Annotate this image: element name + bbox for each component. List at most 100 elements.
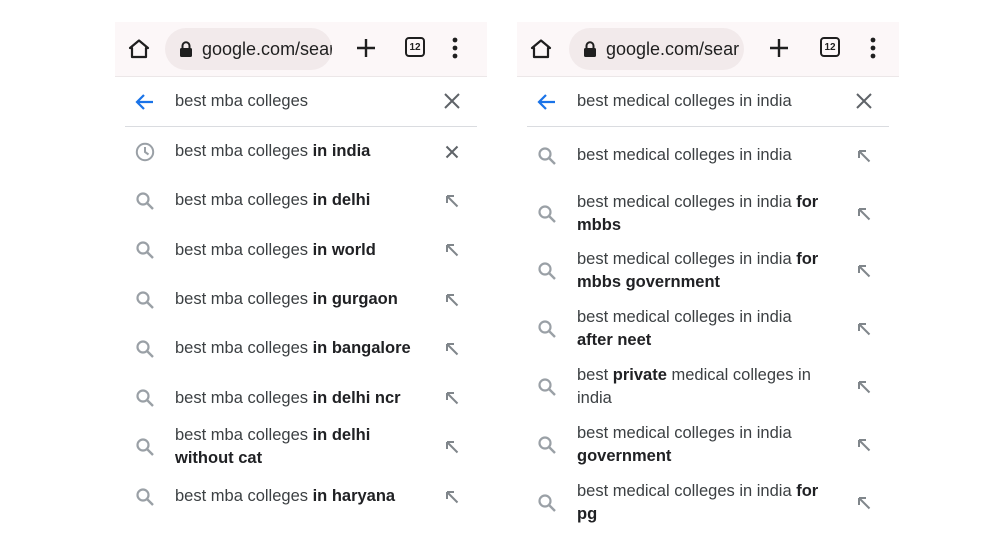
tab-switcher-icon[interactable]: 12 [405, 37, 425, 57]
suggestion-prefix: best medical colleges in india [577, 423, 792, 442]
suggestion-text: best medical colleges in india governmen… [577, 422, 827, 468]
arrow-up-left-icon[interactable] [445, 490, 459, 504]
arrow-up-left-icon[interactable] [857, 264, 871, 278]
search-icon [537, 319, 557, 339]
plus-icon[interactable] [355, 37, 377, 59]
browser-panel-left: google.com/sear 12 best mba colleges bes… [115, 22, 487, 522]
suggestion-prefix: best mba colleges [175, 388, 313, 407]
suggestion-prefix: best mba colleges [175, 142, 313, 161]
search-icon [135, 437, 155, 457]
url-text: google.com/sear [202, 38, 332, 59]
search-icon [135, 339, 155, 359]
suggestion-text: best mba colleges in haryana [175, 485, 433, 508]
lock-icon [179, 41, 193, 57]
search-bar: best mba colleges [125, 77, 477, 127]
home-icon[interactable] [127, 37, 151, 61]
suggestion-list: best mba colleges in india best mba colle… [115, 127, 487, 521]
suggestion-item[interactable]: best mba colleges in gurgaon [125, 275, 477, 324]
search-icon [135, 487, 155, 507]
suggestion-prefix: best medical colleges in india [577, 481, 797, 500]
arrow-up-left-icon[interactable] [857, 438, 871, 452]
arrow-up-left-icon[interactable] [857, 380, 871, 394]
arrow-up-left-icon[interactable] [445, 440, 459, 454]
suggestion-item[interactable]: best mba colleges in delhi [125, 176, 477, 225]
search-icon [135, 240, 155, 260]
suggestion-text: best mba colleges in bangalore [175, 337, 433, 360]
suggestion-prefix: best medical colleges in india [577, 146, 792, 165]
search-icon [537, 204, 557, 224]
url-bar[interactable]: google.com/sear [165, 28, 332, 70]
suggestion-completion: after neet [577, 331, 652, 350]
arrow-back-icon[interactable] [536, 91, 558, 113]
suggestion-text: best mba colleges in delhi ncr [175, 387, 433, 410]
browser-toolbar: google.com/sear 12 [115, 22, 487, 77]
suggestion-text: best medical colleges in india for pg [577, 480, 827, 526]
arrow-up-left-icon[interactable] [445, 194, 459, 208]
arrow-up-left-icon[interactable] [445, 293, 459, 307]
suggestion-text: best mba colleges in gurgaon [175, 288, 433, 311]
arrow-up-left-icon[interactable] [445, 391, 459, 405]
suggestion-prefix: best medical colleges in india [577, 192, 797, 211]
arrow-back-icon[interactable] [134, 91, 156, 113]
remove-suggestion-icon[interactable] [445, 145, 459, 159]
suggestion-prefix: best mba colleges [175, 290, 313, 309]
suggestion-item[interactable]: best mba colleges in bangalore [125, 324, 477, 373]
suggestion-item[interactable]: best medical colleges in india [527, 127, 889, 185]
suggestion-item[interactable]: best medical colleges in india for mbbs [527, 185, 889, 243]
suggestion-text: best medical colleges in india for mbbs … [577, 248, 827, 294]
suggestion-item[interactable]: best mba colleges in haryana [125, 472, 477, 521]
arrow-up-left-icon[interactable] [857, 496, 871, 510]
suggestion-prefix: best medical colleges in india [577, 250, 797, 269]
url-text: google.com/sear [606, 38, 740, 59]
browser-panel-right: google.com/sear 12 best medical colleges… [517, 22, 899, 532]
search-input[interactable]: best mba colleges [175, 92, 308, 111]
lock-icon [583, 41, 597, 57]
more-vert-icon[interactable] [452, 37, 458, 59]
home-icon[interactable] [529, 37, 553, 61]
suggestion-completion: government [577, 446, 672, 465]
search-icon [135, 290, 155, 310]
suggestion-item[interactable]: best mba colleges in india [125, 127, 477, 176]
arrow-up-left-icon[interactable] [857, 149, 871, 163]
arrow-up-left-icon[interactable] [445, 243, 459, 257]
search-icon [537, 435, 557, 455]
arrow-up-left-icon[interactable] [445, 342, 459, 356]
arrow-up-left-icon[interactable] [857, 322, 871, 336]
suggestion-item[interactable]: best private medical colleges in india [527, 358, 889, 416]
suggestion-item[interactable]: best medical colleges in india for pg [527, 474, 889, 532]
suggestion-prefix: best mba colleges [175, 487, 313, 506]
search-icon [537, 493, 557, 513]
arrow-up-left-icon[interactable] [857, 207, 871, 221]
suggestion-prefix: best mba colleges [175, 426, 313, 445]
close-icon[interactable] [443, 92, 461, 110]
suggestion-list: best medical colleges in india best medic… [517, 127, 899, 532]
suggestion-text: best mba colleges in delhi [175, 189, 433, 212]
suggestion-item[interactable]: best medical colleges in india for mbbs … [527, 243, 889, 301]
suggestion-item[interactable]: best medical colleges in india governmen… [527, 416, 889, 474]
browser-toolbar: google.com/sear 12 [517, 22, 899, 77]
suggestion-item[interactable]: best mba colleges in delhi ncr [125, 373, 477, 422]
suggestion-item[interactable]: best mba colleges in delhi without cat [125, 423, 477, 472]
search-input[interactable]: best medical colleges in india [577, 92, 792, 111]
plus-icon[interactable] [768, 37, 790, 59]
suggestion-completion: private [612, 366, 667, 385]
tab-switcher-icon[interactable]: 12 [820, 37, 840, 57]
search-icon [537, 261, 557, 281]
suggestion-completion: in delhi ncr [312, 388, 401, 407]
search-icon [537, 146, 557, 166]
suggestion-prefix: best medical colleges in india [577, 308, 792, 327]
search-icon [135, 191, 155, 211]
suggestion-text: best mba colleges in world [175, 239, 433, 262]
suggestion-prefix: best mba colleges [175, 191, 313, 210]
suggestion-item[interactable]: best mba colleges in world [125, 226, 477, 275]
suggestion-prefix: best mba colleges [175, 240, 313, 259]
search-bar: best medical colleges in india [527, 77, 889, 127]
suggestion-item[interactable]: best medical colleges in india after nee… [527, 300, 889, 358]
url-bar[interactable]: google.com/sear [569, 28, 744, 70]
more-vert-icon[interactable] [870, 37, 876, 59]
suggestion-prefix: best mba colleges [175, 339, 313, 358]
close-icon[interactable] [855, 92, 873, 110]
history-clock-icon [135, 142, 155, 162]
search-icon [537, 377, 557, 397]
suggestion-completion: in bangalore [312, 339, 411, 358]
